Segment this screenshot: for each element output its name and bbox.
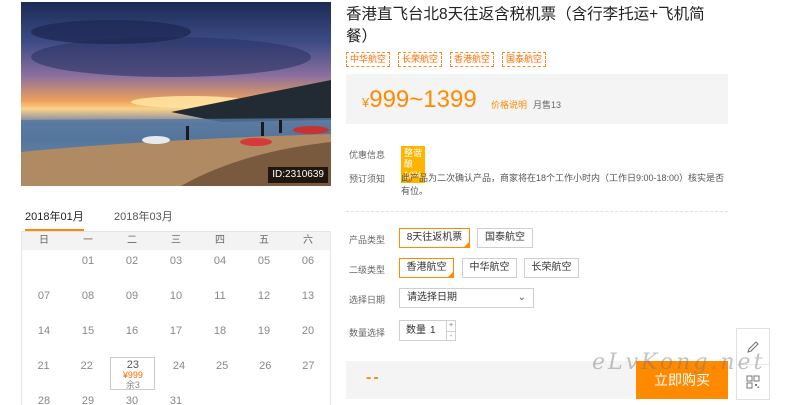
calendar-day: 10: [169, 290, 183, 302]
option-product-type-8day[interactable]: 8天往返机票: [399, 228, 470, 248]
airline-tag: 香港航空: [450, 52, 495, 67]
calendar-day: 05: [257, 255, 271, 267]
notice-text: 此产品为二次确认产品，商家将在18个工作小时内（工作日9:00-18:00）核实…: [401, 173, 725, 196]
calendar-day: 28: [37, 395, 51, 405]
calendar-day: 07: [37, 290, 51, 302]
sub-type-label: 二级类型: [349, 265, 386, 275]
day-number: 23: [126, 359, 139, 371]
calendar-day: 21: [37, 360, 50, 372]
qty-value: 1: [430, 325, 436, 336]
chevron-down-icon: ⌄: [517, 292, 526, 303]
weekday-label: 四: [215, 235, 225, 246]
calendar-day: 22: [80, 360, 93, 372]
calendar-day: 20: [301, 325, 315, 337]
calendar-day: 31: [169, 395, 183, 405]
quantity-stepper[interactable]: 数量 1 + -: [399, 320, 456, 341]
calendar-day-available[interactable]: 23 ¥999 余3: [110, 357, 156, 390]
product-type-label: 产品类型: [349, 235, 386, 245]
airline-tag: 国泰航空: [502, 52, 547, 67]
calendar-day: 02: [125, 255, 139, 267]
calendar-day: 08: [81, 290, 95, 302]
qty-label: 数量选择: [349, 328, 386, 338]
increment-icon[interactable]: +: [447, 321, 455, 331]
airline-tag: 中华航空: [346, 52, 391, 67]
calendar-week: 14 15 16 17 18 19 20: [22, 320, 330, 355]
calendar-day: 25: [216, 360, 229, 372]
calendar-week: 01 02 03 04 05 06: [22, 250, 330, 285]
calendar-day: 30: [125, 395, 139, 405]
buy-now-button[interactable]: 立即购买: [636, 361, 728, 399]
qty-prefix: 数量: [406, 325, 426, 336]
price-panel: ¥999~1399 价格说明 月售13: [346, 74, 728, 124]
qrcode-icon: [746, 375, 760, 389]
airline-tag: 长荣航空: [398, 52, 443, 67]
stepper-controls: + -: [446, 320, 456, 341]
month-tabs: 2018年01月 2018年03月: [21, 205, 331, 231]
weekday-label: 一: [83, 235, 93, 246]
section-divider: [346, 211, 728, 212]
option-sub-type-eva-air[interactable]: 长荣航空: [524, 258, 579, 278]
weekday-label: 二: [127, 235, 137, 246]
side-toolbar: [736, 328, 770, 400]
calendar-day: 01: [81, 255, 95, 267]
pencil-icon: [747, 340, 759, 353]
calendar-day: [198, 390, 242, 405]
price-range-value: 999~1399: [369, 86, 477, 113]
price-range: ¥999~1399: [362, 86, 477, 117]
calendar-day: 17: [169, 325, 183, 337]
calendar-day: 24: [172, 360, 186, 372]
airline-tags: 中华航空 长荣航空 香港航空 国泰航空: [346, 52, 547, 67]
total-price: --: [366, 369, 381, 386]
calendar-weekday-header: 日 一 二 三 四 五 六: [22, 232, 330, 250]
edit-tool-button[interactable]: [737, 329, 769, 364]
calendar-week: 21 22 23 ¥999 余3 24 25 26 27: [22, 355, 330, 390]
product-title: 香港直飞台北8天往返含税机票（含行李托运+飞机简餐）: [346, 6, 705, 45]
calendar-day: [286, 390, 330, 405]
option-sub-type-china-airlines[interactable]: 中华航空: [462, 258, 517, 278]
weekday-label: 五: [259, 235, 269, 246]
decrement-icon[interactable]: -: [447, 330, 455, 341]
weekday-label: 六: [303, 235, 313, 246]
calendar-grid: 日 一 二 三 四 五 六 01 02 03 04 05 06 07 08 09…: [21, 231, 331, 405]
price-note-link[interactable]: 价格说明: [491, 98, 527, 111]
tab-month-mar[interactable]: 2018年03月: [114, 205, 173, 231]
calendar-day: 04: [213, 255, 227, 267]
calendar-day: 06: [301, 255, 315, 267]
day-price: ¥999: [122, 370, 143, 380]
calendar-day: 03: [169, 255, 183, 267]
date-placeholder: 请选择日期: [407, 292, 457, 303]
calendar-week: 07 08 09 10 11 12 13: [22, 285, 330, 320]
calendar-day: 12: [257, 290, 271, 302]
calendar-day: [242, 390, 286, 405]
calendar-day: 11: [214, 290, 226, 302]
option-product-type-cathay[interactable]: 国泰航空: [477, 228, 533, 248]
calendar-day: 19: [257, 325, 271, 337]
weekday-label: 三: [171, 235, 181, 246]
calendar-day: [22, 250, 66, 285]
product-image: ID:2310639: [21, 2, 331, 186]
beach-sunset-illustration: [21, 20, 331, 186]
calendar-day: 27: [302, 360, 315, 372]
promo-label: 优惠信息: [349, 150, 386, 160]
monthly-sales: 月售13: [533, 100, 562, 110]
calendar-day: 26: [259, 360, 272, 372]
date-label: 选择日期: [349, 295, 386, 305]
weekday-label: 日: [39, 235, 49, 246]
calendar-day: 29: [81, 395, 95, 405]
calendar-day: 18: [213, 325, 227, 337]
calendar-day: 15: [81, 325, 95, 337]
calendar-week: 28 29 30 31: [22, 390, 330, 405]
date-select[interactable]: 请选择日期 ⌄: [399, 288, 534, 308]
option-sub-type-hk-airlines[interactable]: 香港航空: [399, 258, 454, 278]
day-remaining: 余3: [125, 380, 140, 390]
qrcode-tool-button[interactable]: [737, 364, 769, 399]
calendar-day: 09: [125, 290, 139, 302]
calendar-day: 13: [301, 290, 315, 302]
calendar-day: 14: [37, 325, 51, 337]
calendar-day: 16: [125, 325, 139, 337]
image-id-label: ID:2310639: [268, 167, 328, 183]
notice-label: 预订须知: [349, 174, 386, 184]
tab-month-jan[interactable]: 2018年01月: [25, 205, 84, 231]
buy-bar: -- 立即购买: [346, 361, 728, 399]
